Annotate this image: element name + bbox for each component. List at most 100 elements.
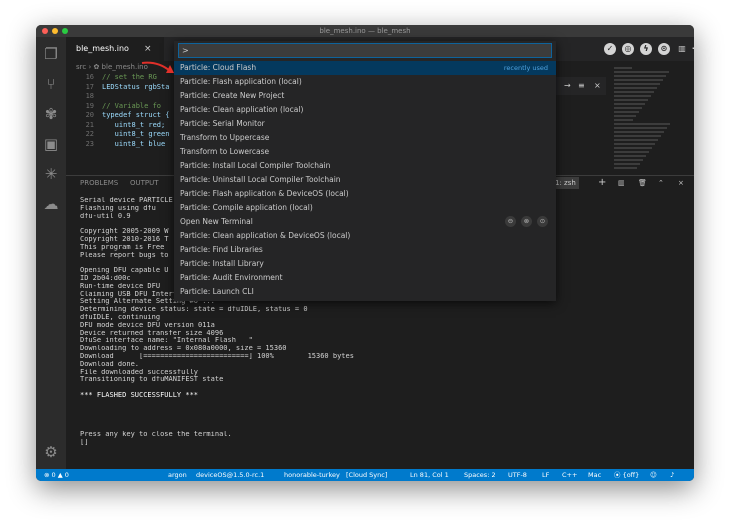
check-icon[interactable]: ✓ — [604, 43, 616, 55]
terminal-action-icon[interactable]: ⊙ — [537, 216, 548, 227]
minimap-line — [614, 135, 661, 137]
line-number: 19 — [85, 101, 94, 110]
cloud-icon[interactable]: ⊙ — [658, 43, 670, 55]
status-os[interactable]: Mac — [588, 469, 601, 481]
command-palette-item[interactable]: Particle: Serial Monitor — [174, 117, 556, 131]
command-palette-item[interactable]: Particle: Audit Environment — [174, 271, 556, 285]
minimap-line — [614, 83, 660, 85]
status-cloud-sync[interactable]: [Cloud Sync] — [346, 469, 387, 481]
minimap-line — [614, 115, 636, 117]
more-actions-icon[interactable]: ⋯ — [690, 43, 694, 55]
command-palette-item[interactable]: Open New Terminal ⊙ ⊗ ⊖ — [174, 215, 556, 229]
command-palette-item[interactable]: Particle: Clean application & DeviceOS (… — [174, 229, 556, 243]
find-selection-icon[interactable]: ≡ — [578, 77, 585, 95]
status-language[interactable]: C++ — [562, 469, 577, 481]
particle-icon[interactable]: ✾ — [36, 103, 66, 125]
terminal-select[interactable]: 1: zsh — [552, 177, 579, 189]
explorer-icon[interactable]: ❐ — [36, 43, 66, 65]
status-position[interactable]: Ln 81, Col 1 — [410, 469, 449, 481]
settings-gear-icon[interactable]: ⚙ — [36, 441, 66, 463]
minimap-line — [614, 167, 637, 169]
bell-icon[interactable]: ♪ — [670, 469, 674, 481]
minimap[interactable] — [614, 65, 674, 175]
code-text: uint8_t blue — [102, 139, 166, 148]
minimap-line — [614, 131, 664, 133]
minimap-line — [614, 107, 642, 109]
command-label: Transform to Uppercase — [180, 133, 270, 142]
minimap-line — [614, 155, 646, 157]
vscode-window: ble_mesh.ino — ble_mesh ❐ ⑂ ✾ ▣ ✳ ☁ ⚙ bl… — [36, 25, 694, 481]
docker-icon[interactable]: ☁ — [36, 193, 66, 215]
minimap-line — [614, 79, 663, 81]
command-label: Particle: Clean application (local) — [180, 105, 304, 114]
status-deviceos[interactable]: deviceOS@1.5.0-rc.1 — [196, 469, 264, 481]
add-terminal-icon[interactable]: + — [598, 176, 606, 190]
code-text: uint8_t red; — [102, 120, 166, 129]
command-palette-item[interactable]: Particle: Flash application (local) — [174, 75, 556, 89]
terminal-line: Download done. — [80, 360, 140, 368]
status-user[interactable]: argon — [168, 469, 187, 481]
find-next-icon[interactable]: → — [564, 77, 571, 95]
command-palette-item[interactable]: Particle: Install Library — [174, 257, 556, 271]
minimap-line — [614, 139, 658, 141]
line-number: 22 — [85, 130, 94, 138]
line-number: 20 — [85, 111, 94, 119]
command-palette-item[interactable]: Particle: Create New Project — [174, 89, 556, 103]
terminal-line: File downloaded successfully — [80, 368, 199, 376]
split-terminal-icon[interactable]: ▥ — [618, 176, 625, 190]
target-icon[interactable]: ◎ — [622, 43, 634, 55]
command-palette-item[interactable]: Particle: Flash application & DeviceOS (… — [174, 187, 556, 201]
find-widget: → ≡ × — [556, 77, 606, 95]
code-text: uint8_t green — [102, 130, 170, 138]
command-palette-item[interactable]: Particle: Launch CLI — [174, 285, 556, 299]
status-bar: ⊗ 0 ▲ 0 argon deviceOS@1.5.0-rc.1 honora… — [36, 469, 694, 481]
tab-close-icon[interactable]: × — [144, 37, 152, 61]
line-number: 18 — [85, 92, 94, 100]
command-palette-item[interactable]: Particle: Cloud Flash recently used — [174, 61, 556, 75]
status-live-share[interactable]: ⦿ {off} — [614, 469, 639, 481]
status-device[interactable]: honorable-turkey — [284, 469, 340, 481]
command-label: Particle: Uninstall Local Compiler Toolc… — [180, 175, 341, 184]
trash-icon[interactable]: 🗑 — [638, 176, 647, 190]
breadcrumb[interactable]: src › ✿ ble_mesh.ino — [76, 63, 148, 71]
minimap-line — [614, 123, 670, 125]
find-close-icon[interactable]: × — [594, 77, 601, 95]
line-number: 21 — [85, 120, 94, 129]
extensions-icon[interactable]: ▣ — [36, 133, 66, 155]
smiley-icon[interactable]: ☺ — [650, 469, 657, 481]
status-eol[interactable]: LF — [542, 469, 549, 481]
command-palette-item[interactable]: Transform to Uppercase — [174, 131, 556, 145]
command-palette-item[interactable]: Particle: Uninstall Local Compiler Toolc… — [174, 173, 556, 187]
command-label: Open New Terminal — [180, 217, 253, 226]
status-encoding[interactable]: UTF-8 — [508, 469, 527, 481]
command-label: Particle: Create New Project — [180, 91, 285, 100]
particle-star-icon[interactable]: ✳ — [36, 163, 66, 185]
tab-output[interactable]: OUTPUT — [130, 176, 159, 190]
maximize-panel-icon[interactable]: ⌃ — [658, 176, 664, 190]
particle-flash-icon[interactable]: ϟ — [640, 43, 652, 55]
recently-used-hint: recently used — [503, 64, 548, 72]
command-palette-item[interactable]: Transform to Lowercase — [174, 145, 556, 159]
problems-count[interactable]: ⊗ 0 ▲ 0 — [44, 469, 69, 481]
status-spaces[interactable]: Spaces: 2 — [464, 469, 496, 481]
command-palette-item[interactable]: Particle: Compile application (local) — [174, 201, 556, 215]
command-label: Transform to Lowercase — [180, 147, 270, 156]
tab-problems[interactable]: PROBLEMS — [80, 176, 118, 190]
terminal-line: Press any key to close the terminal. — [80, 430, 232, 438]
command-palette-input[interactable] — [178, 43, 552, 58]
minimap-line — [614, 151, 649, 153]
command-palette-item[interactable]: Particle: Install Local Compiler Toolcha… — [174, 159, 556, 173]
split-editor-icon[interactable]: ▥ — [676, 43, 688, 55]
command-label: Particle: Install Local Compiler Toolcha… — [180, 161, 331, 170]
command-label: Particle: Cloud Flash — [180, 63, 257, 72]
command-palette-item[interactable]: Particle: Find Libraries — [174, 243, 556, 257]
close-panel-icon[interactable]: × — [678, 176, 684, 190]
terminal-action-icon[interactable]: ⊖ — [505, 216, 516, 227]
terminal-action-icon[interactable]: ⊗ — [521, 216, 532, 227]
source-control-icon[interactable]: ⑂ — [36, 73, 66, 95]
code-text: typedef struct { — [102, 111, 170, 119]
tab-ble-mesh[interactable]: ble_mesh.ino × — [66, 37, 164, 61]
terminal-line: Downloading to address = 0x080a0000, siz… — [80, 345, 287, 353]
command-palette-item[interactable]: Particle: Clean application (local) — [174, 103, 556, 117]
